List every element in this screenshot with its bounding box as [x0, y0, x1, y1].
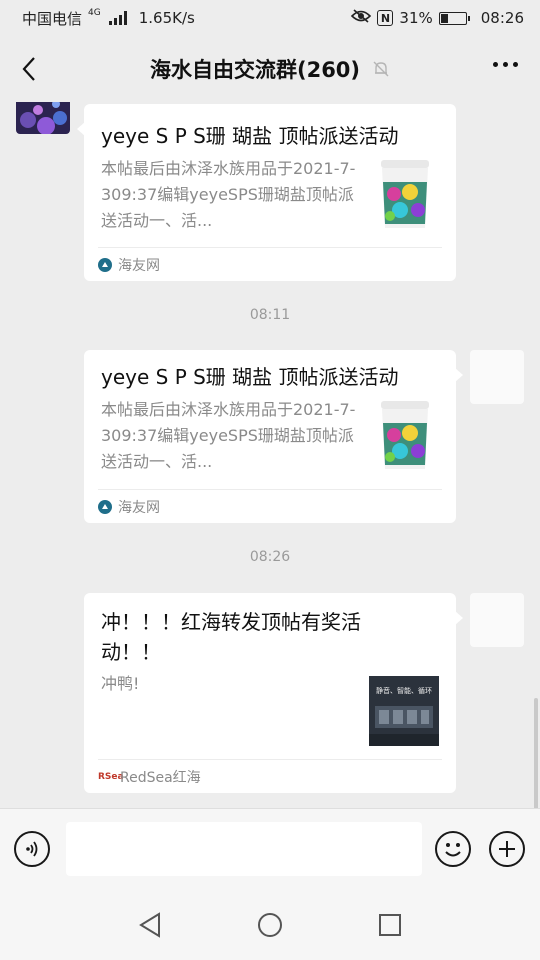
eye-icon	[351, 9, 372, 27]
card-title: yeye S P S珊 瑚盐 顶帖派送活动	[101, 124, 399, 148]
back-triangle-icon	[139, 912, 160, 938]
network-type: 4G	[88, 7, 101, 18]
card-source: RSea RedSea红海	[98, 759, 442, 793]
card-thumbnail-image	[376, 158, 434, 230]
chat-title[interactable]: 海水自由交流群(260)	[150, 54, 360, 84]
scrollbar-thumb[interactable]	[534, 698, 538, 808]
haiyouwang-logo-icon	[98, 257, 112, 272]
timestamp: 08:11	[249, 307, 291, 323]
battery-percent: 31%	[399, 9, 433, 27]
voice-icon	[26, 841, 38, 857]
card-source-name: 海友网	[118, 257, 160, 274]
self-avatar[interactable]	[470, 593, 524, 647]
link-card-message[interactable]: yeye S P S珊 瑚盐 顶帖派送活动 本帖最后由沐泽水族用品于2021-7…	[84, 350, 463, 523]
back-icon	[22, 57, 35, 81]
card-description: 本帖最后由沐泽水族用品于2021-7-309:37编辑yeyeSPS珊瑚盐顶帖派…	[101, 400, 356, 471]
clock: 08:26	[480, 9, 524, 27]
nfc-icon: N	[377, 10, 394, 26]
card-source: 海友网	[98, 247, 442, 281]
message-input[interactable]	[66, 822, 422, 876]
status-right: N 31% 08:26	[351, 9, 524, 27]
bubble-tail	[455, 368, 463, 382]
back-button[interactable]	[14, 54, 44, 84]
more-icon	[493, 62, 518, 67]
system-nav-bar	[0, 890, 540, 960]
card-source: 海友网	[98, 489, 442, 523]
link-card-message[interactable]: 冲！！！红海转发顶帖有奖活动！！ 冲鸭! 静音、智能、循环 RSea RedSe…	[84, 593, 463, 793]
status-bar: 中国电信 4G 1.65K/s N 31% 08:26	[0, 0, 540, 36]
mute-bell-icon	[372, 60, 390, 78]
card-description: 冲鸭!	[101, 674, 140, 693]
chat-message-list[interactable]: yeye S P S珊 瑚盐 顶帖派送活动 本帖最后由沐泽水族用品于2021-7…	[0, 102, 540, 808]
timestamp: 08:26	[249, 549, 291, 565]
card-source-name: RedSea红海	[120, 769, 201, 786]
card-description: 本帖最后由沐泽水族用品于2021-7-309:37编辑yeyeSPS珊瑚盐顶帖派…	[101, 159, 356, 230]
recents-square-icon	[379, 914, 401, 936]
nav-back-button[interactable]	[130, 905, 170, 945]
nav-home-button[interactable]	[250, 905, 290, 945]
card-thumbnail-image: 静音、智能、循环	[369, 676, 439, 746]
bubble-tail	[455, 611, 463, 625]
emoji-button[interactable]	[435, 831, 471, 867]
bubble-tail	[77, 122, 85, 136]
card-title: yeye S P S珊 瑚盐 顶帖派送活动	[101, 365, 399, 389]
status-left: 中国电信 4G 1.65K/s	[22, 8, 195, 29]
plus-icon	[499, 841, 515, 857]
network-speed: 1.65K/s	[138, 9, 195, 27]
signal-icon	[108, 11, 127, 25]
link-card-message[interactable]: yeye S P S珊 瑚盐 顶帖派送活动 本帖最后由沐泽水族用品于2021-7…	[77, 104, 456, 281]
home-circle-icon	[258, 913, 282, 937]
carrier-name: 中国电信	[22, 9, 83, 28]
nav-recents-button[interactable]	[370, 905, 410, 945]
battery-icon	[438, 11, 470, 25]
battery-level-fill	[440, 13, 449, 23]
card-title: 冲！！！红海转发顶帖有奖活动！！	[101, 610, 361, 664]
message-input-bar	[0, 808, 540, 890]
haiyouwang-logo-icon	[98, 499, 112, 514]
avatar[interactable]	[16, 102, 70, 134]
thumbnail-caption: 静音、智能、循环	[376, 687, 432, 695]
chat-header: 海水自由交流群(260)	[0, 36, 540, 102]
voice-button[interactable]	[14, 831, 50, 867]
more-button[interactable]	[493, 62, 518, 67]
card-thumbnail-image	[376, 399, 434, 471]
card-source-name: 海友网	[118, 499, 160, 516]
redsea-logo-icon: RSea	[98, 771, 124, 782]
plus-button[interactable]	[489, 831, 525, 867]
emoji-icon	[445, 843, 461, 857]
self-avatar[interactable]	[470, 350, 524, 404]
